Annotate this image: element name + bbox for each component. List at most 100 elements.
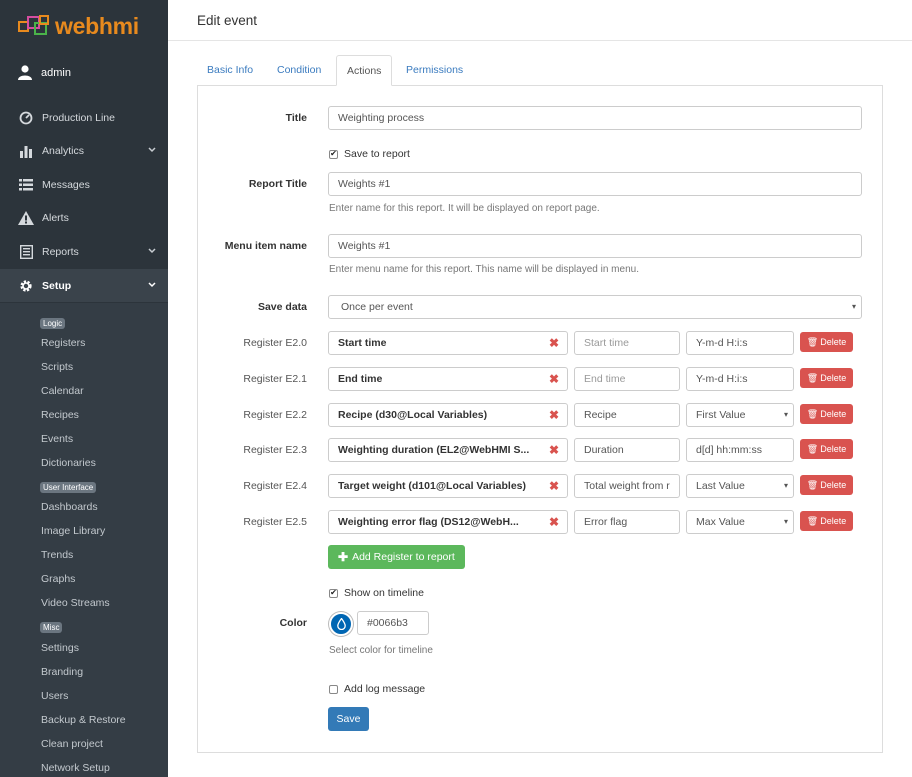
menu-item-name-input[interactable]: Weights #1 — [328, 234, 862, 258]
submenu-item-users[interactable]: Users — [41, 690, 68, 702]
delete-register-button[interactable]: 🗑 Delete — [800, 404, 853, 424]
register-format-field[interactable]: Last Value ▾ — [686, 474, 794, 498]
register-format-field[interactable]: Y-m-d H:i:s — [686, 367, 794, 391]
register-title-input[interactable]: Error flag — [574, 510, 680, 534]
delete-label: Delete — [820, 337, 847, 347]
trash-icon: 🗑 — [806, 515, 819, 526]
register-format-field[interactable]: First Value ▾ — [686, 403, 794, 427]
nav-messages[interactable]: Messages — [0, 168, 168, 201]
register-name: Weighting error flag (DS12@WebH... — [338, 516, 519, 528]
group-badge-misc: Misc — [40, 622, 63, 633]
submenu-item-dictionaries[interactable]: Dictionaries — [41, 457, 96, 469]
register-select[interactable]: Weighting error flag (DS12@WebH... ✖ — [328, 510, 568, 534]
submenu-item-network-setup[interactable]: Network Setup — [41, 762, 110, 774]
register-select[interactable]: Start time ✖ — [328, 331, 568, 355]
trash-icon: 🗑 — [806, 443, 819, 454]
user-icon — [18, 65, 32, 80]
register-title-value: Recipe — [584, 409, 617, 421]
register-title-input[interactable]: Recipe — [574, 403, 680, 427]
tab-basic-info[interactable]: Basic Info — [197, 55, 263, 86]
register-title-value: Total weight from r — [584, 480, 670, 492]
report-title-label: Report Title — [248, 178, 307, 190]
register-title-placeholder: End time — [584, 373, 626, 385]
register-select[interactable]: Weighting duration (EL2@WebHMI S... ✖ — [328, 438, 568, 462]
caret-down-icon: ▾ — [783, 481, 788, 490]
submenu-item-clean-project[interactable]: Clean project — [41, 738, 103, 750]
color-swatch-button[interactable] — [329, 612, 353, 636]
register-title-input[interactable]: Duration — [574, 438, 680, 462]
delete-register-button[interactable]: 🗑 Delete — [800, 368, 853, 388]
trash-icon: 🗑 — [806, 372, 819, 383]
add-register-button[interactable]: ✚ Add Register to report — [328, 545, 465, 569]
register-format-field[interactable]: d[d] hh:mm:ss — [686, 438, 794, 462]
register-row-label: Register E2.3 — [243, 444, 307, 456]
page-title: Edit event — [197, 13, 258, 28]
submenu-item-registers[interactable]: Registers — [41, 337, 85, 349]
nav-alerts[interactable]: Alerts — [0, 201, 168, 234]
delete-register-button[interactable]: 🗑 Delete — [800, 332, 853, 352]
delete-register-button[interactable]: 🗑 Delete — [800, 475, 853, 495]
submenu-item-recipes[interactable]: Recipes — [41, 409, 79, 421]
submenu-item-scripts[interactable]: Scripts — [41, 361, 73, 373]
submenu-item-settings[interactable]: Settings — [41, 642, 79, 654]
save-data-select[interactable]: Once per event ▾ — [328, 295, 862, 319]
user-name: admin — [41, 66, 71, 79]
report-title-input[interactable]: Weights #1 — [328, 172, 862, 196]
submenu-item-dashboards[interactable]: Dashboards — [41, 501, 98, 513]
nav-label: Production Line — [42, 111, 115, 124]
show-on-timeline-label: Show on timeline — [344, 587, 424, 599]
tab-condition[interactable]: Condition — [267, 55, 331, 86]
menu-item-name-label: Menu item name — [224, 240, 307, 252]
submenu-item-video-streams[interactable]: Video Streams — [41, 597, 110, 609]
save-button[interactable]: Save — [328, 707, 369, 731]
register-title-input[interactable]: Start time — [574, 331, 680, 355]
submenu-item-events[interactable]: Events — [41, 433, 73, 445]
register-select[interactable]: Target weight (d101@Local Variables) ✖ — [328, 474, 568, 498]
save-to-report-checkbox[interactable]: ✔ Save to report — [329, 148, 410, 160]
register-name: Weighting duration (EL2@WebHMI S... — [338, 444, 530, 456]
trash-icon: 🗑 — [806, 408, 819, 419]
delete-label: Delete — [820, 373, 847, 383]
submenu-item-backup-restore[interactable]: Backup & Restore — [41, 714, 126, 726]
submenu-item-calendar[interactable]: Calendar — [41, 385, 84, 397]
submenu-item-graphs[interactable]: Graphs — [41, 573, 75, 585]
delete-label: Delete — [820, 516, 847, 526]
clear-icon[interactable]: ✖ — [549, 515, 559, 529]
nav-reports[interactable]: Reports — [0, 235, 168, 268]
register-format-field[interactable]: Y-m-d H:i:s — [686, 331, 794, 355]
register-select[interactable]: End time ✖ — [328, 367, 568, 391]
register-row-label: Register E2.5 — [243, 516, 307, 528]
report-icon — [18, 244, 34, 260]
title-input[interactable]: Weighting process — [328, 106, 862, 130]
register-name: Start time — [338, 337, 387, 349]
tab-actions[interactable]: Actions — [336, 55, 393, 86]
submenu-item-branding[interactable]: Branding — [41, 666, 83, 678]
clear-icon[interactable]: ✖ — [549, 408, 559, 422]
register-title-input[interactable]: Total weight from r — [574, 474, 680, 498]
caret-down-icon: ▾ — [783, 410, 788, 419]
add-log-message-checkbox[interactable]: Add log message — [329, 683, 425, 695]
show-on-timeline-checkbox[interactable]: ✔ Show on timeline — [329, 587, 424, 599]
nav-analytics[interactable]: Analytics — [0, 134, 168, 167]
clear-icon[interactable]: ✖ — [549, 372, 559, 386]
color-hex-input[interactable]: #0066b3 — [357, 611, 429, 635]
clear-icon[interactable]: ✖ — [549, 443, 559, 457]
delete-register-button[interactable]: 🗑 Delete — [800, 439, 853, 459]
submenu-item-trends[interactable]: Trends — [41, 549, 73, 561]
tab-permissions[interactable]: Permissions — [396, 55, 473, 86]
nav-setup[interactable]: Setup — [0, 269, 168, 302]
bar-chart-icon — [18, 143, 34, 159]
register-select[interactable]: Recipe (d30@Local Variables) ✖ — [328, 403, 568, 427]
logo[interactable]: webhmi — [18, 12, 139, 40]
register-format-field[interactable]: Max Value ▾ — [686, 510, 794, 534]
nav-production-line[interactable]: Production Line — [0, 101, 168, 134]
nav-label: Alerts — [42, 211, 69, 224]
nav-label: Setup — [42, 279, 72, 292]
user-menu[interactable]: admin — [18, 65, 71, 80]
clear-icon[interactable]: ✖ — [549, 479, 559, 493]
delete-register-button[interactable]: 🗑 Delete — [800, 511, 853, 531]
submenu-item-image-library[interactable]: Image Library — [41, 525, 105, 537]
register-name: Target weight (d101@Local Variables) — [338, 480, 527, 492]
clear-icon[interactable]: ✖ — [549, 336, 559, 350]
register-title-input[interactable]: End time — [574, 367, 680, 391]
